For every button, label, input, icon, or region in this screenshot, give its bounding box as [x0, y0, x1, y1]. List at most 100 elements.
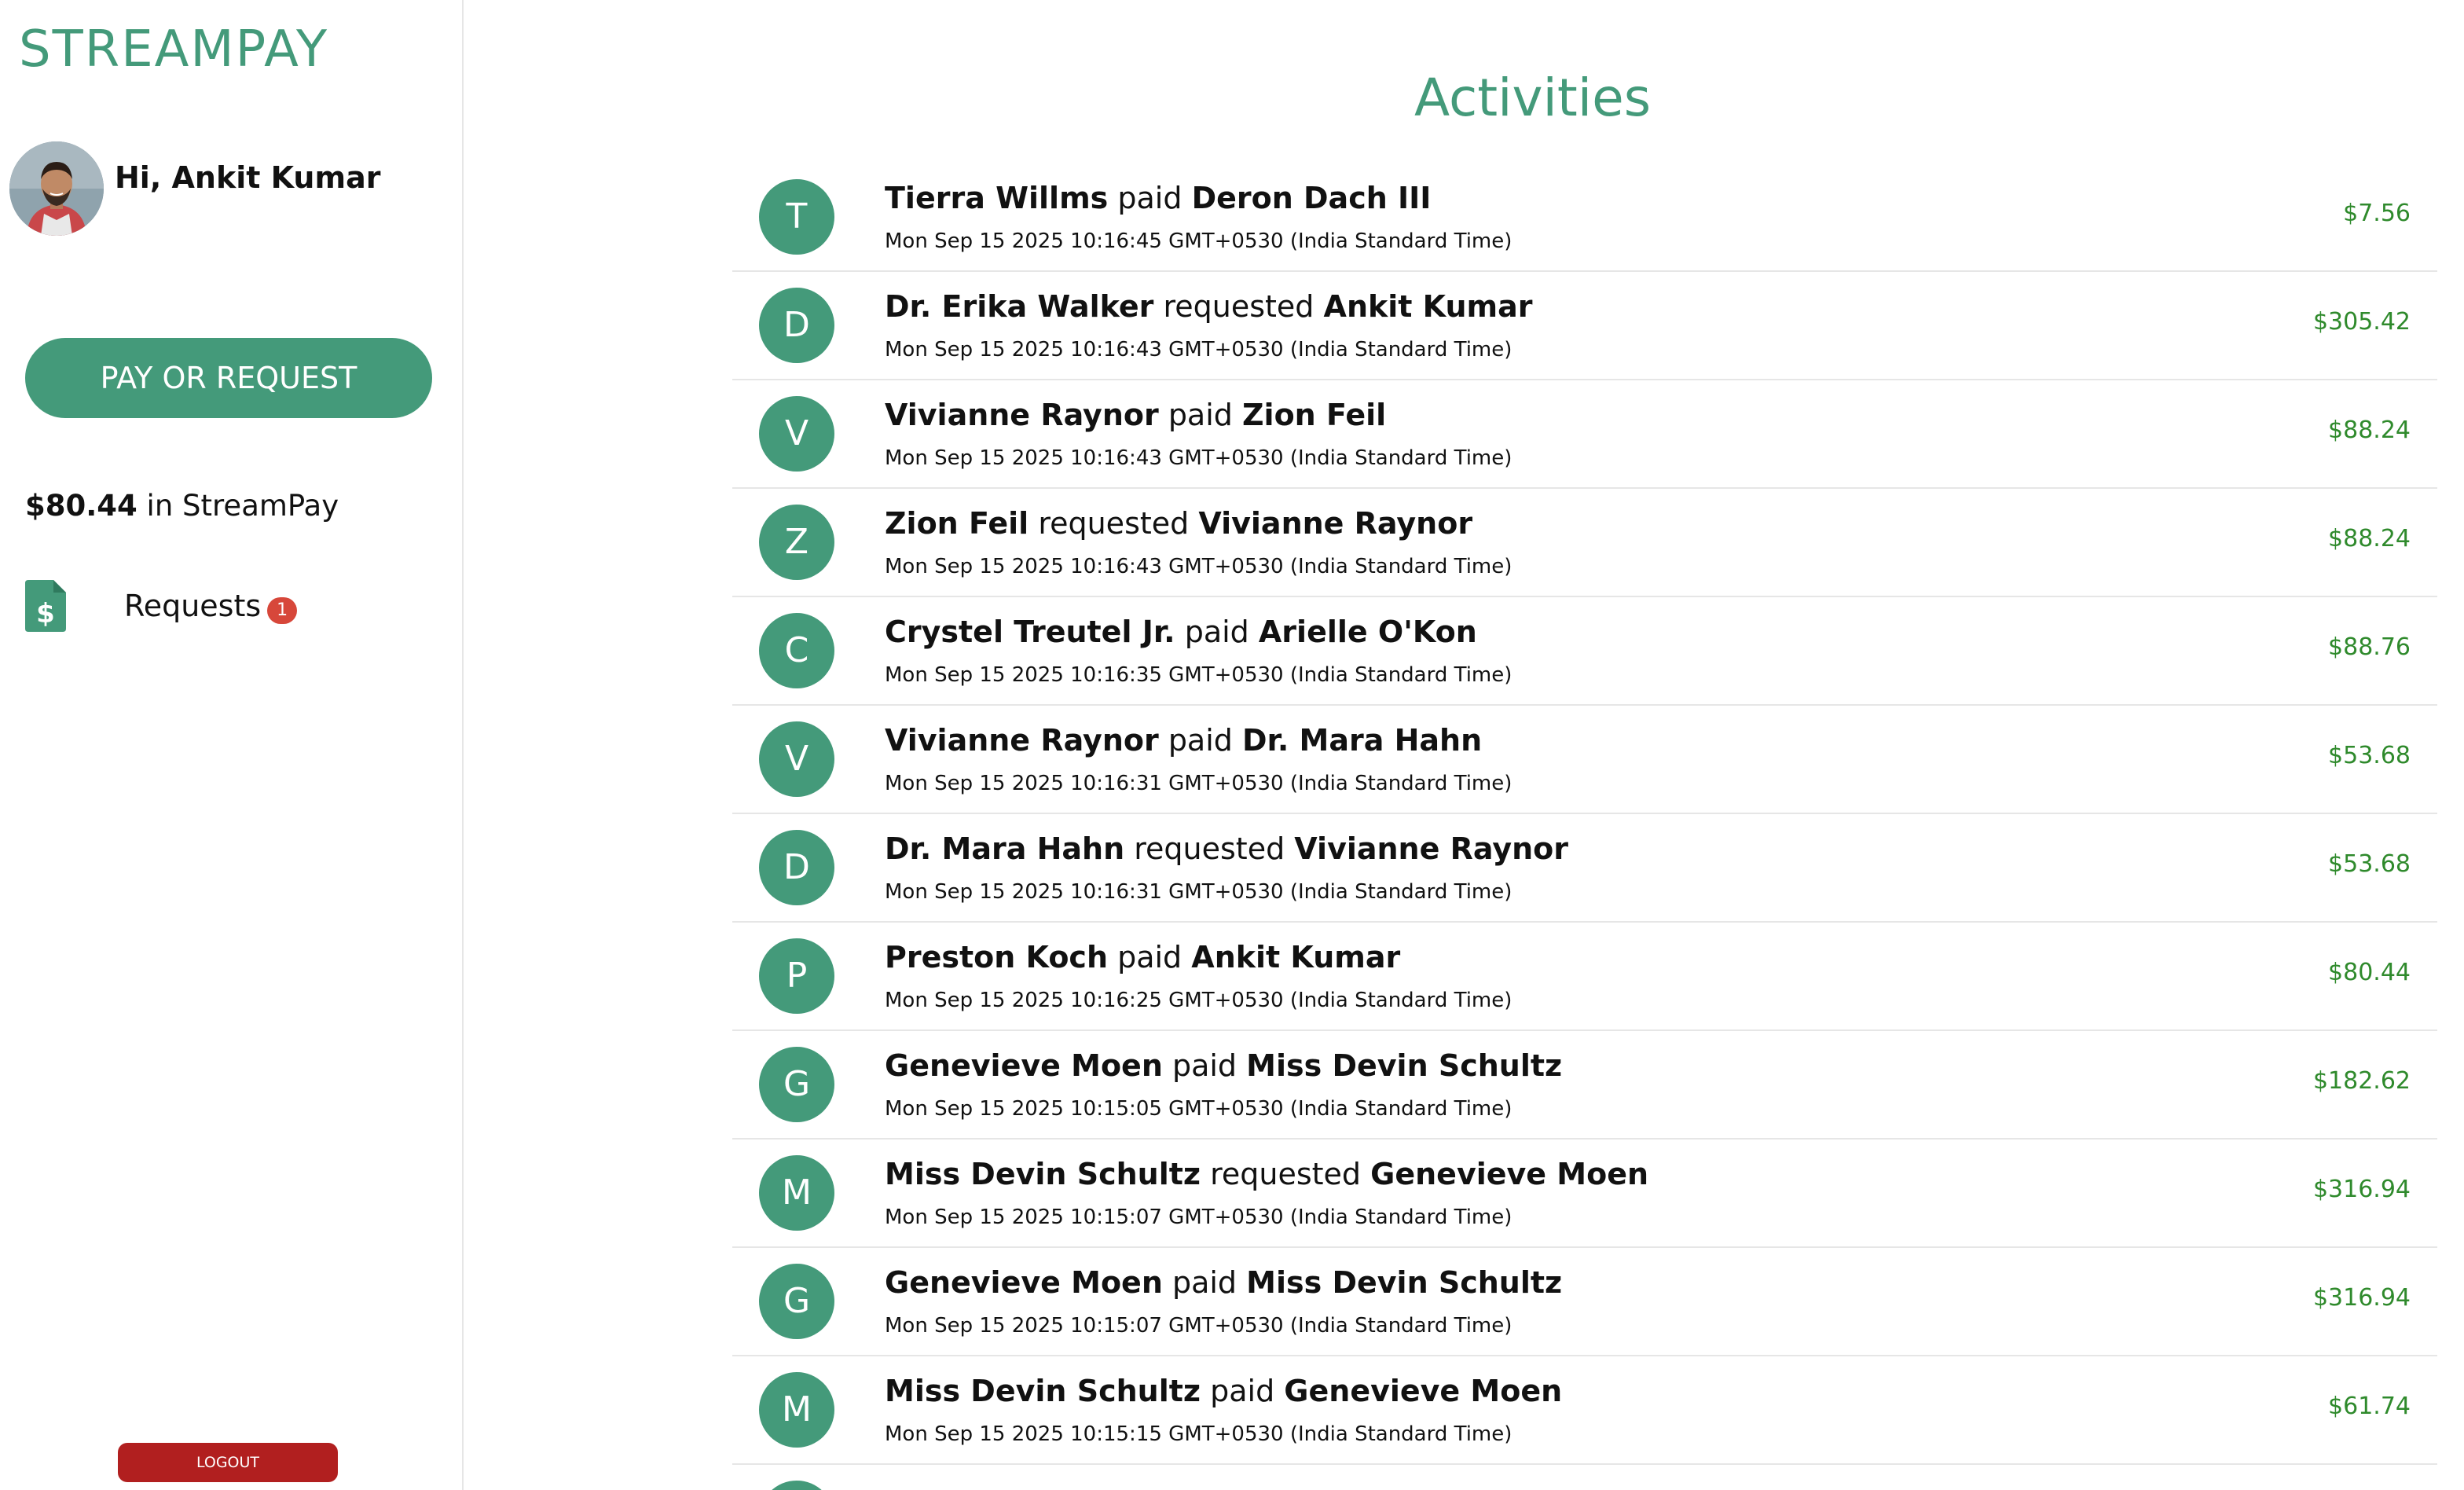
- activity-action: requested: [1210, 1157, 1362, 1191]
- activity-amount: $88.76: [2328, 633, 2411, 661]
- activity-summary: Dr. Mara Hahn requested Vivianne Raynor: [885, 831, 1568, 866]
- activity-to: Genevieve Moen: [1284, 1374, 1563, 1408]
- activity-row[interactable]: M Miss Devin Schultz paid Genevieve Moen…: [732, 1356, 2437, 1465]
- activity-row[interactable]: G Genevieve Moen paid Miss Devin Schultz…: [732, 1248, 2437, 1356]
- activity-timestamp: Mon Sep 15 2025 10:16:31 GMT+0530 (India…: [885, 880, 1512, 904]
- activity-initial-avatar: [759, 1481, 834, 1490]
- user-greeting: Hi, Ankit Kumar: [115, 160, 381, 195]
- activity-to: Miss Devin Schultz: [1246, 1265, 1563, 1300]
- activity-from: Genevieve Moen: [885, 1265, 1163, 1300]
- activity-to: Arielle O'Kon: [1258, 615, 1477, 649]
- activity-amount: $88.24: [2328, 417, 2411, 444]
- balance-suffix: in StreamPay: [137, 489, 339, 523]
- activity-from: Crystel Treutel Jr.: [885, 615, 1175, 649]
- activity-summary: Tierra Willms paid Deron Dach III: [885, 181, 1431, 215]
- activity-from: Zion Feil: [885, 506, 1029, 541]
- activity-summary: Zion Feil requested Vivianne Raynor: [885, 506, 1472, 541]
- activity-initial-avatar: D: [759, 288, 834, 363]
- activity-initial-avatar: V: [759, 721, 834, 797]
- activity-to: Vivianne Raynor: [1198, 506, 1473, 541]
- activity-timestamp: Mon Sep 15 2025 10:15:07 GMT+0530 (India…: [885, 1314, 1512, 1338]
- activity-to: Genevieve Moen: [1370, 1157, 1649, 1191]
- activity-row[interactable]: T Tierra Willms paid Deron Dach III Mon …: [732, 163, 2437, 272]
- activity-timestamp: Mon Sep 15 2025 10:16:31 GMT+0530 (India…: [885, 772, 1512, 795]
- activity-initial-avatar: V: [759, 396, 834, 472]
- activity-action: requested: [1134, 831, 1285, 866]
- activity-action: paid: [1117, 181, 1182, 215]
- balance-amount: $80.44: [25, 489, 138, 523]
- activity-timestamp: Mon Sep 15 2025 10:16:25 GMT+0530 (India…: [885, 989, 1512, 1012]
- activity-amount: $61.74: [2328, 1393, 2411, 1420]
- activity-row[interactable]: P Preston Koch paid Ankit Kumar Mon Sep …: [732, 923, 2437, 1031]
- activity-action: requested: [1163, 289, 1314, 324]
- activity-from: Dr. Mara Hahn: [885, 831, 1125, 866]
- activity-to: Vivianne Raynor: [1294, 831, 1569, 866]
- activity-action: paid: [1168, 398, 1233, 432]
- activity-from: Dr. Erika Walker: [885, 289, 1154, 324]
- avatar[interactable]: [9, 141, 104, 236]
- activity-from: Vivianne Raynor: [885, 398, 1159, 432]
- activity-action: paid: [1210, 1374, 1275, 1408]
- activity-amount: $80.44: [2328, 959, 2411, 986]
- activity-summary: Vivianne Raynor paid Zion Feil: [885, 398, 1386, 432]
- activity-amount: $88.24: [2328, 525, 2411, 552]
- activity-row[interactable]: M Miss Devin Schultz requested Genevieve…: [732, 1140, 2437, 1248]
- activity-timestamp: Mon Sep 15 2025 10:15:15 GMT+0530 (India…: [885, 1422, 1512, 1446]
- sidebar-item-requests[interactable]: $ Requests 1: [25, 578, 298, 633]
- activity-summary: Vivianne Raynor paid Dr. Mara Hahn: [885, 723, 1482, 758]
- activity-timestamp: Mon Sep 15 2025 10:16:43 GMT+0530 (India…: [885, 446, 1512, 470]
- activity-row[interactable]: Z Zion Feil requested Vivianne Raynor Mo…: [732, 489, 2437, 597]
- activity-timestamp: Mon Sep 15 2025 10:16:45 GMT+0530 (India…: [885, 229, 1512, 253]
- activity-summary: Preston Koch paid Ankit Kumar: [885, 940, 1400, 974]
- requests-count-badge: 1: [267, 597, 298, 624]
- activity-row-partial[interactable]: [732, 1465, 2437, 1490]
- activity-summary: Miss Devin Schultz requested Genevieve M…: [885, 1157, 1648, 1191]
- activity-summary: Miss Devin Schultz paid Genevieve Moen: [885, 1374, 1562, 1408]
- activity-row[interactable]: C Crystel Treutel Jr. paid Arielle O'Kon…: [732, 597, 2437, 706]
- activity-amount: $316.94: [2312, 1176, 2411, 1203]
- activity-action: paid: [1172, 1048, 1238, 1083]
- activity-row[interactable]: G Genevieve Moen paid Miss Devin Schultz…: [732, 1031, 2437, 1140]
- activity-to: Ankit Kumar: [1323, 289, 1533, 324]
- activity-row[interactable]: D Dr. Mara Hahn requested Vivianne Rayno…: [732, 814, 2437, 923]
- activity-initial-avatar: C: [759, 613, 834, 688]
- activity-action: requested: [1038, 506, 1190, 541]
- app-logo[interactable]: STREAMPAY: [19, 20, 328, 79]
- app-root: STREAMPAY Hi, Ankit Kumar PAY OR REQUEST…: [0, 0, 2464, 1490]
- activity-summary: Dr. Erika Walker requested Ankit Kumar: [885, 289, 1533, 324]
- activity-amount: $53.68: [2328, 742, 2411, 769]
- avatar-photo: [9, 141, 104, 236]
- pay-or-request-button[interactable]: PAY OR REQUEST: [25, 338, 432, 418]
- activity-to: Deron Dach III: [1191, 181, 1432, 215]
- activity-action: paid: [1117, 940, 1182, 974]
- activity-amount: $182.62: [2312, 1067, 2411, 1095]
- activity-amount: $7.56: [2343, 200, 2411, 227]
- activity-from: Genevieve Moen: [885, 1048, 1163, 1083]
- activity-initial-avatar: P: [759, 938, 834, 1014]
- activity-initial-avatar: G: [759, 1264, 834, 1339]
- activity-from: Miss Devin Schultz: [885, 1157, 1201, 1191]
- activity-row[interactable]: V Vivianne Raynor paid Dr. Mara Hahn Mon…: [732, 706, 2437, 814]
- activity-summary: Genevieve Moen paid Miss Devin Schultz: [885, 1265, 1562, 1300]
- activity-initial-avatar: M: [759, 1372, 834, 1448]
- activity-row[interactable]: V Vivianne Raynor paid Zion Feil Mon Sep…: [732, 380, 2437, 489]
- activity-timestamp: Mon Sep 15 2025 10:16:35 GMT+0530 (India…: [885, 663, 1512, 687]
- activity-amount: $305.42: [2312, 308, 2411, 336]
- requests-label: Requests: [124, 589, 262, 623]
- activity-from: Preston Koch: [885, 940, 1108, 974]
- activity-initial-avatar: Z: [759, 505, 834, 580]
- activity-row[interactable]: D Dr. Erika Walker requested Ankit Kumar…: [732, 272, 2437, 380]
- activity-to: Miss Devin Schultz: [1246, 1048, 1563, 1083]
- activity-from: Miss Devin Schultz: [885, 1374, 1201, 1408]
- activity-action: paid: [1168, 723, 1233, 758]
- activity-initial-avatar: M: [759, 1155, 834, 1231]
- activity-to: Ankit Kumar: [1191, 940, 1401, 974]
- dollar-document-icon: $: [25, 580, 66, 632]
- logout-button[interactable]: LOGOUT: [118, 1443, 338, 1482]
- sidebar: STREAMPAY Hi, Ankit Kumar PAY OR REQUEST…: [0, 0, 464, 1490]
- activity-to: Dr. Mara Hahn: [1242, 723, 1483, 758]
- activity-timestamp: Mon Sep 15 2025 10:15:07 GMT+0530 (India…: [885, 1206, 1512, 1229]
- activity-to: Zion Feil: [1242, 398, 1387, 432]
- activity-amount: $53.68: [2328, 850, 2411, 878]
- activity-from: Tierra Willms: [885, 181, 1109, 215]
